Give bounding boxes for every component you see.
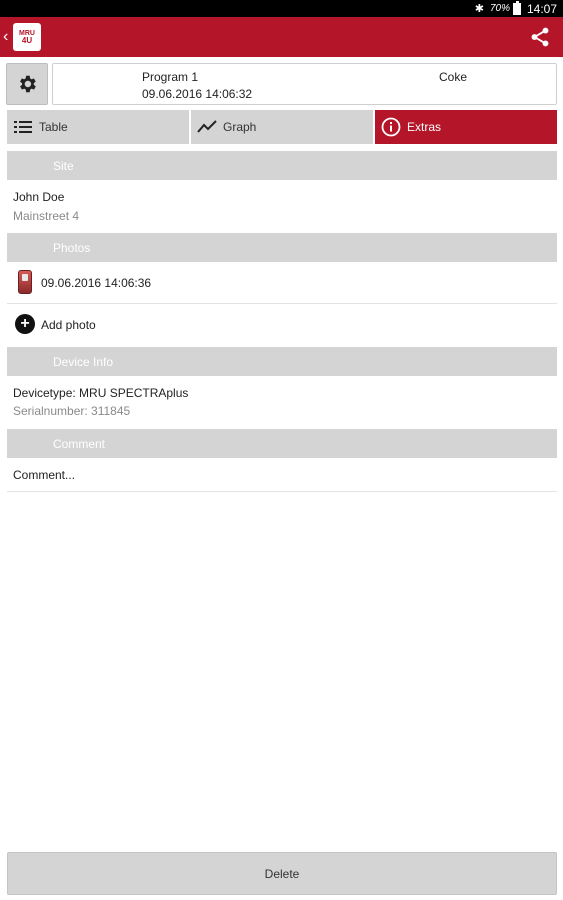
photo-timestamp[interactable]: 09.06.2016 14:06:36 <box>41 276 151 290</box>
site-name[interactable]: John Doe <box>13 190 64 204</box>
gear-icon <box>20 75 36 93</box>
comment-section-header: Comment <box>7 429 557 458</box>
program-info: Program 1 09.06.2016 14:06:32 Coke <box>52 63 557 105</box>
tab-table-label: Table <box>39 120 68 134</box>
device-type: Devicetype: MRU SPECTRAplus <box>13 386 189 400</box>
program-datetime: 09.06.2016 14:06:32 <box>142 87 253 101</box>
back-arrow-icon[interactable]: ‹ <box>3 28 11 46</box>
tab-bar: Table Graph Extras <box>7 110 557 144</box>
app-bar: ‹ MRU 4U <box>0 17 563 57</box>
info-icon <box>381 117 401 137</box>
tab-graph[interactable]: Graph <box>191 110 373 144</box>
settings-button[interactable] <box>6 63 48 105</box>
photos-section-header: Photos <box>7 233 557 262</box>
tab-table[interactable]: Table <box>7 110 189 144</box>
tab-extras[interactable]: Extras <box>375 110 557 144</box>
comment-field[interactable]: Comment... <box>13 468 75 482</box>
tab-extras-label: Extras <box>407 120 442 134</box>
site-address[interactable]: Mainstreet 4 <box>13 209 79 223</box>
divider <box>7 303 557 304</box>
photo-thumbnail[interactable] <box>18 270 32 294</box>
list-icon <box>13 117 33 137</box>
clock: 14:07 <box>526 1 557 16</box>
trend-icon <box>197 117 217 137</box>
battery-icon <box>512 0 521 15</box>
logo-line2: 4U <box>21 35 33 45</box>
add-circle-icon[interactable]: + <box>15 314 35 334</box>
divider <box>7 491 557 492</box>
share-icon[interactable] <box>529 26 551 48</box>
program-name: Program 1 <box>142 70 199 84</box>
status-bar: ✱ 70% 14:07 <box>0 0 563 17</box>
bluetooth-icon: ✱ <box>474 3 484 15</box>
add-photo-button[interactable]: Add photo <box>41 318 96 332</box>
delete-button[interactable]: Delete <box>7 852 557 895</box>
battery-indicator: 70% <box>489 0 521 15</box>
app-logo[interactable]: MRU 4U <box>13 23 41 51</box>
site-section-header: Site <box>7 151 557 180</box>
device-serial: Serialnumber: 311845 <box>13 404 131 418</box>
device-section-header: Device Info <box>7 347 557 376</box>
fuel-type: Coke <box>439 70 468 84</box>
battery-percent: 70% <box>489 3 510 14</box>
tab-graph-label: Graph <box>223 120 257 134</box>
